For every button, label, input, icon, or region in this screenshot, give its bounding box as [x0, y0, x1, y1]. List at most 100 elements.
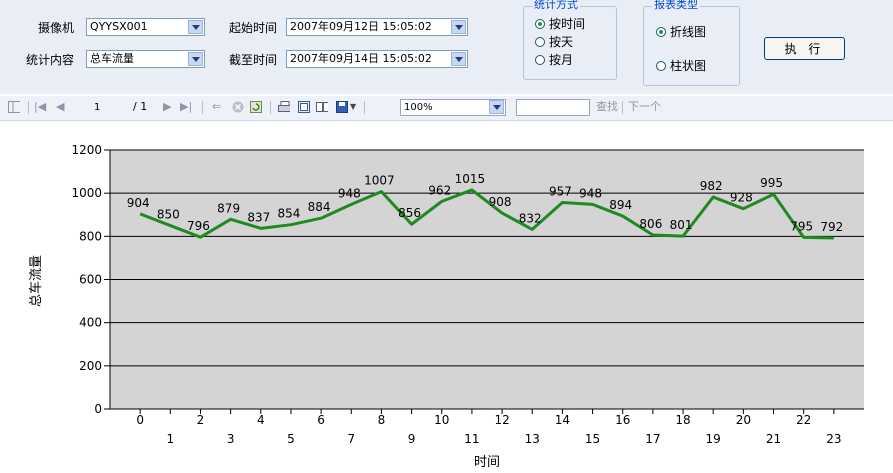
stop-icon[interactable]: [232, 101, 244, 113]
chevron-down-icon[interactable]: [489, 100, 504, 114]
data-label: 1015: [455, 172, 486, 186]
start-time-value: 2007年09月12日 15:05:02: [290, 20, 432, 33]
y-tick-label: 1000: [71, 186, 102, 200]
x-tick-label: 12: [494, 413, 509, 427]
content-label: 统计内容: [26, 53, 75, 67]
x-tick-label: 4: [257, 413, 265, 427]
find-link[interactable]: 查找: [596, 96, 618, 118]
x-tick-label: 7: [347, 432, 355, 446]
radio-line-chart[interactable]: 折线图: [656, 23, 706, 40]
content-value: 总车流量: [90, 52, 134, 65]
radio-icon[interactable]: [656, 61, 666, 71]
radio-label: 折线图: [670, 25, 707, 39]
toolbar-separator: [270, 101, 271, 114]
y-tick-label: 200: [79, 359, 102, 373]
last-page-icon[interactable]: ▶|: [180, 96, 192, 118]
end-time-value: 2007年09月14日 15:05:02: [290, 52, 432, 65]
back-icon[interactable]: ⇐: [212, 96, 221, 118]
radio-by-month[interactable]: 按月: [535, 51, 573, 68]
data-label: 962: [428, 183, 451, 197]
x-tick-label: 11: [464, 432, 479, 446]
camera-label: 摄像机: [38, 21, 75, 35]
data-label: 904: [127, 196, 150, 210]
radio-label: 按月: [549, 53, 574, 67]
x-tick-label: 16: [615, 413, 630, 427]
x-tick-label: 10: [434, 413, 449, 427]
print-icon[interactable]: [278, 101, 290, 113]
find-next-link[interactable]: 下一个: [628, 96, 661, 118]
data-label: 832: [519, 211, 542, 225]
chevron-down-icon[interactable]: [188, 20, 203, 34]
data-label: 796: [187, 219, 210, 233]
chevron-down-icon[interactable]: ▼: [350, 96, 356, 118]
start-time-label: 起始时间: [229, 21, 278, 35]
data-label: 884: [308, 200, 331, 214]
zoom-select[interactable]: 100%: [400, 99, 506, 116]
next-page-icon[interactable]: ▶: [163, 96, 171, 118]
start-time-picker[interactable]: 2007年09月12日 15:05:02: [286, 18, 468, 36]
x-tick-label: 18: [675, 413, 690, 427]
toggle-tree-icon[interactable]: [8, 101, 20, 113]
x-tick-label: 8: [378, 413, 386, 427]
stat-mode-title: 统计方式: [532, 0, 580, 11]
toolbar-separator: [28, 101, 29, 114]
x-tick-label: 1: [166, 432, 174, 446]
x-axis-label: 时间: [474, 455, 500, 470]
data-label: 957: [549, 184, 572, 198]
previous-page-icon[interactable]: ◀: [56, 96, 64, 118]
radio-checked-icon[interactable]: [535, 19, 545, 29]
data-label: 806: [639, 217, 662, 231]
radio-checked-icon[interactable]: [656, 27, 666, 37]
content-select[interactable]: 总车流量: [86, 50, 205, 68]
data-label: 948: [338, 186, 361, 200]
end-time-picker[interactable]: 2007年09月14日 15:05:02: [286, 50, 468, 68]
camera-select[interactable]: QYYSX001: [86, 18, 205, 36]
chart-type-group: 报表类型: [643, 0, 740, 86]
traffic-line-chart: 904850796879837 854 8849481007856962101590…: [28, 143, 864, 470]
chevron-down-icon[interactable]: [451, 20, 466, 34]
save-icon[interactable]: [336, 101, 348, 113]
x-tick-label: 9: [408, 432, 416, 446]
page-number-value: 1: [94, 102, 101, 113]
report-toolbar: |◀ ◀ 1 / 1 ▶ ▶| ⇐ ▼ 100% 查找 下一个: [0, 96, 893, 121]
x-tick-label: 23: [826, 432, 841, 446]
zoom-value: 100%: [404, 102, 433, 113]
data-label: 982: [700, 179, 723, 193]
radio-by-day[interactable]: 按天: [535, 33, 573, 50]
x-tick-label: 3: [227, 432, 235, 446]
y-axis-label: 总车流量: [28, 255, 44, 307]
page-layout-icon[interactable]: [298, 101, 310, 113]
radio-by-time[interactable]: 按时间: [535, 15, 585, 32]
first-page-icon[interactable]: |◀: [34, 96, 46, 118]
data-label: 908: [489, 195, 512, 209]
radio-icon[interactable]: [535, 55, 545, 65]
x-tick-label: 5: [287, 432, 295, 446]
data-label: 856: [398, 206, 421, 220]
execute-button[interactable]: 执 行: [764, 37, 845, 60]
y-tick-label: 1200: [71, 143, 102, 157]
radio-label: 按时间: [549, 17, 586, 31]
chevron-down-icon[interactable]: [451, 52, 466, 66]
data-label: 850: [157, 208, 180, 222]
query-panel: 摄像机 QYYSX001 统计内容 总车流量 起始时间 2007年09月12日 …: [0, 0, 893, 94]
radio-label: 按天: [549, 35, 574, 49]
x-tick-label: 13: [525, 432, 540, 446]
toolbar-separator: [202, 101, 203, 114]
x-tick-label: 21: [766, 432, 781, 446]
page-number-input[interactable]: 1: [90, 99, 128, 116]
radio-bar-chart[interactable]: 柱状图: [656, 57, 706, 74]
data-label: 854: [278, 207, 301, 221]
refresh-icon[interactable]: [250, 101, 262, 113]
y-tick-label: 400: [79, 316, 102, 330]
y-tick-label: 0: [94, 402, 102, 416]
y-tick-label: 800: [79, 229, 102, 243]
data-label: 792: [820, 220, 843, 234]
page-setup-icon[interactable]: [316, 101, 328, 113]
find-input[interactable]: [516, 99, 590, 116]
x-tick-label: 22: [796, 413, 811, 427]
data-label: 1007: [364, 174, 395, 188]
chevron-down-icon[interactable]: [188, 52, 203, 66]
toolbar-separator: [364, 101, 365, 114]
toolbar-separator: [622, 101, 623, 114]
radio-icon[interactable]: [535, 37, 545, 47]
